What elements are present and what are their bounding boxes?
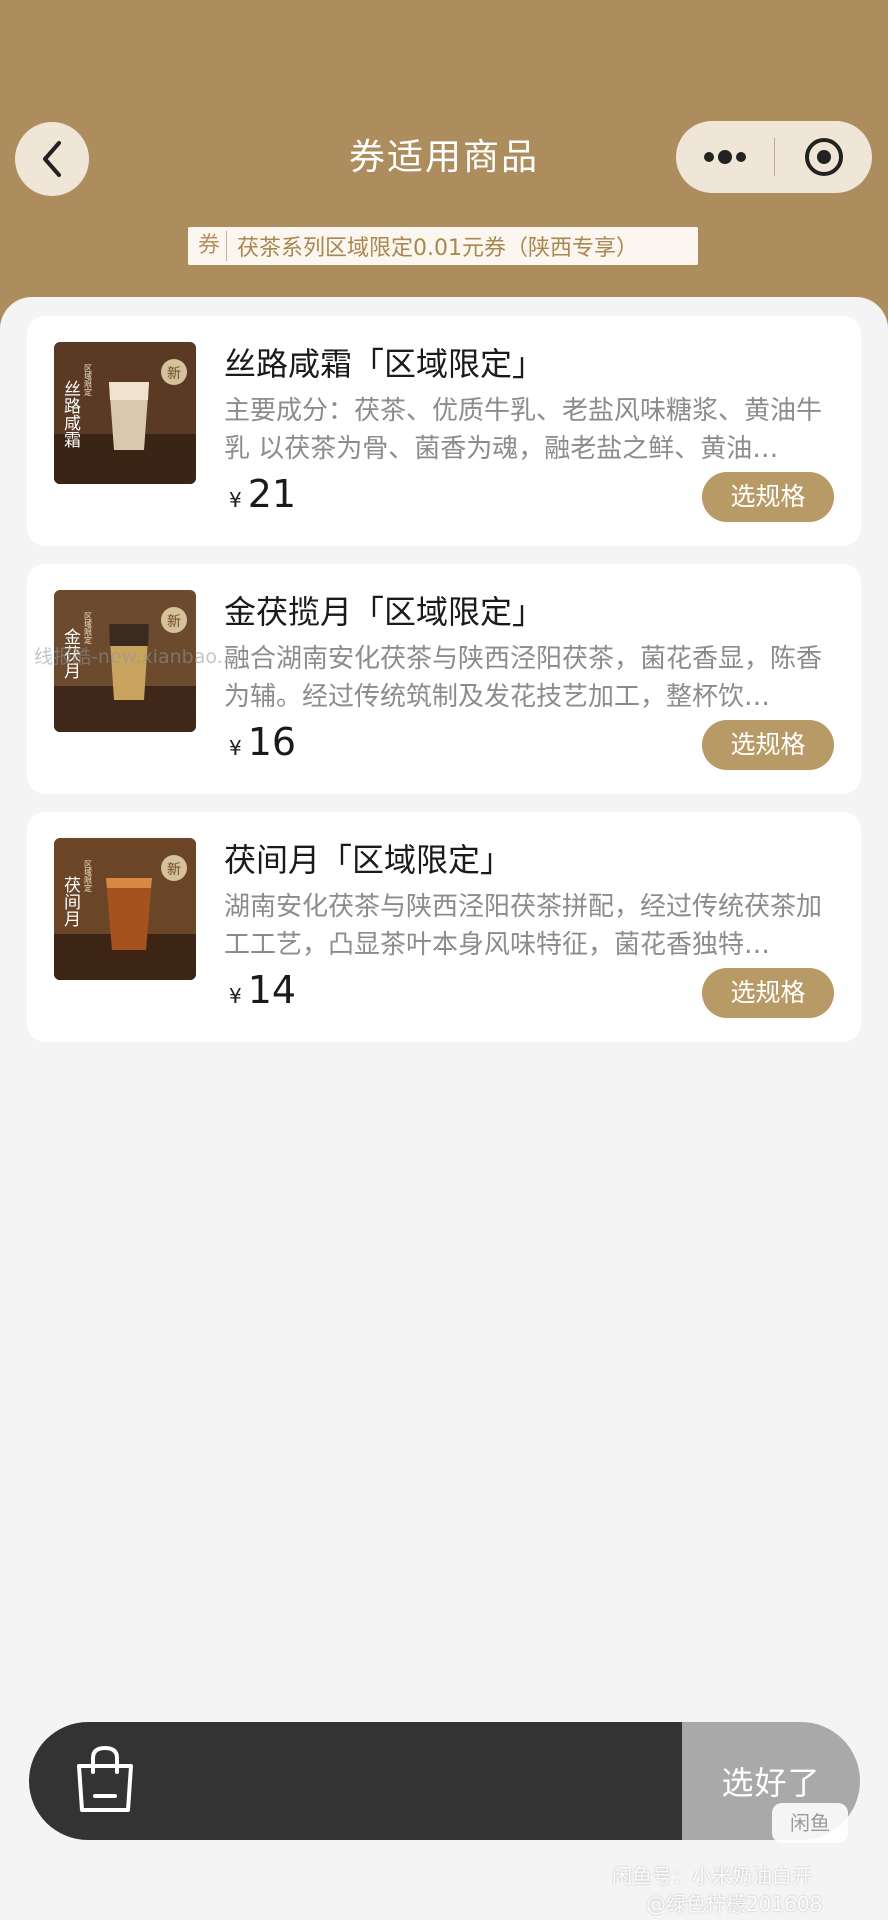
thumb-subtitle: 区域限定: [84, 860, 93, 893]
product-image: 新 丝路咸霜 区域限定: [54, 342, 196, 484]
product-card[interactable]: 新 丝路咸霜 区域限定 丝路咸霜「区域限定」 主要成分：茯茶、优质牛乳、老盐风味…: [27, 316, 861, 546]
select-spec-button[interactable]: 选规格: [702, 968, 834, 1018]
coupon-tag-label: 券: [188, 231, 228, 261]
cart-button[interactable]: [29, 1722, 682, 1840]
thumb-badge: 新: [167, 862, 181, 878]
coupon-tag-text: 茯茶系列区域限定0.01元券（陕西专享）: [237, 236, 639, 261]
product-description: 主要成分：茯茶、优质牛乳、老盐风味糖浆、黄油牛乳 以茯茶为骨、菌香为魂，融老盐之…: [224, 396, 823, 464]
target-circle-icon: [804, 138, 843, 176]
thumb-title: 丝路咸霜: [60, 380, 81, 448]
thumb-title: 茯间月: [60, 876, 81, 927]
footer-watermark-handle: @绿色柠檬201608: [646, 1892, 823, 1916]
currency-symbol: ¥: [229, 488, 242, 512]
price-value: 21: [247, 472, 297, 516]
more-options-button[interactable]: [676, 121, 774, 193]
footer-watermark-account: 闲鱼号：小米奶油白开: [612, 1864, 812, 1888]
thumb-badge: 新: [167, 614, 181, 630]
product-name: 金茯揽月「区域限定」: [224, 593, 545, 631]
header-bar: 券适用商品 券 茯茶系列区域限定0.01元券（陕西专享）: [0, 0, 888, 330]
more-dots-icon: [704, 150, 746, 164]
currency-symbol: ¥: [229, 736, 242, 760]
mini-program-capsule: [676, 121, 872, 193]
site-watermark: 线报酷-new.xianbao...: [34, 646, 235, 668]
product-name: 茯间月「区域限定」: [224, 841, 513, 879]
price-value: 16: [247, 720, 297, 764]
coupon-tag: 券 茯茶系列区域限定0.01元券（陕西专享）: [188, 227, 698, 265]
product-price: ¥ 21: [229, 472, 296, 524]
product-name: 丝路咸霜「区域限定」: [224, 345, 545, 383]
select-spec-button[interactable]: 选规格: [702, 472, 834, 522]
product-image: 新 茯间月 区域限定: [54, 838, 196, 980]
product-description: 湖南安化茯茶与陕西泾阳茯茶拼配，经过传统茯茶加工工艺，凸显茶叶本身风味特征，菌花…: [224, 892, 823, 960]
price-value: 14: [247, 968, 297, 1012]
currency-symbol: ¥: [229, 984, 242, 1008]
close-program-button[interactable]: [775, 121, 872, 193]
thumb-subtitle: 区域限定: [84, 612, 93, 645]
product-price: ¥ 16: [229, 720, 296, 772]
product-card[interactable]: 新 茯间月 区域限定 茯间月「区域限定」 湖南安化茯茶与陕西泾阳茯茶拼配，经过传…: [27, 812, 861, 1042]
thumb-subtitle: 区域限定: [84, 364, 93, 397]
xianyu-logo: 闲鱼: [772, 1803, 848, 1843]
product-card[interactable]: 新 金茯月 区域限定 金茯揽月「区域限定」 融合湖南安化茯茶与陕西泾阳茯茶，菌花…: [27, 564, 861, 794]
shopping-bag-icon: [77, 1745, 133, 1812]
product-description: 融合湖南安化茯茶与陕西泾阳茯茶，菌花香显，陈香为辅。经过传统筑制及发花技艺加工，…: [224, 644, 823, 712]
select-spec-button[interactable]: 选规格: [702, 720, 834, 770]
thumb-badge: 新: [167, 366, 181, 382]
cart-bar: 选好了: [29, 1722, 860, 1840]
product-price: ¥ 14: [229, 968, 296, 1020]
product-list-area: 新 丝路咸霜 区域限定 丝路咸霜「区域限定」 主要成分：茯茶、优质牛乳、老盐风味…: [0, 297, 888, 1920]
